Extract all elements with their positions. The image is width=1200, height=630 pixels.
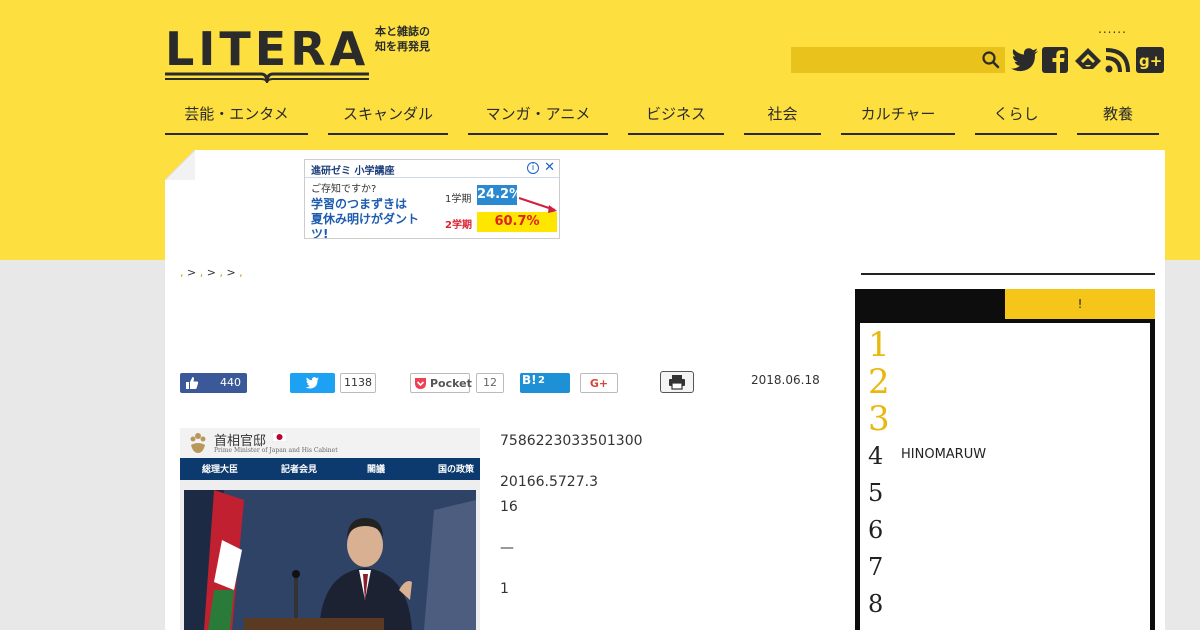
image-nav-item: 閣議 bbox=[367, 465, 386, 475]
ranking-number[interactable]: 3 bbox=[868, 399, 890, 439]
twitter-bird-icon bbox=[305, 377, 319, 389]
page-fold-corner bbox=[165, 150, 195, 180]
article-divider-dash: — bbox=[500, 540, 514, 556]
article-image: 首相官邸 Prime Minister of Japan and His Cab… bbox=[180, 428, 480, 630]
article-date: 2018.06.18 bbox=[751, 373, 820, 387]
image-nav-item: 総理大臣 bbox=[202, 465, 239, 475]
article-paragraph: 7586223033501300 bbox=[500, 433, 643, 449]
search-icon[interactable] bbox=[981, 50, 1001, 70]
logo-tagline: 本と雑誌の 知を再発見 bbox=[375, 24, 445, 54]
rss-icon[interactable] bbox=[1104, 46, 1134, 74]
nav-item-business[interactable]: ビジネス bbox=[628, 100, 724, 135]
nav-item-culture[interactable]: カルチャー bbox=[841, 100, 955, 135]
ranking-number[interactable]: 7 bbox=[868, 553, 883, 581]
hatena-bookmark-button[interactable]: B! 2 bbox=[520, 373, 570, 393]
ad-value-2: 60.7% bbox=[477, 212, 557, 232]
breadcrumb-link[interactable]: , bbox=[219, 266, 223, 279]
logo-text: LITERA bbox=[165, 22, 370, 76]
nav-item-scandal[interactable]: スキャンダル bbox=[328, 100, 448, 135]
book-icon bbox=[165, 72, 369, 84]
feedly-icon[interactable] bbox=[1073, 46, 1103, 74]
ranking-number[interactable]: 5 bbox=[868, 479, 883, 507]
ad-value-1: 24.2% bbox=[477, 185, 522, 205]
press-conference-photo bbox=[184, 490, 476, 630]
ranking-item-title[interactable]: HINOMARUW bbox=[901, 447, 986, 462]
ranking-tab-2[interactable]: ! bbox=[1005, 289, 1155, 319]
hatena-count: 2 bbox=[538, 375, 545, 386]
site-logo[interactable]: LITERA 本と雑誌の 知を再発見 bbox=[165, 18, 445, 88]
breadcrumb-separator: > bbox=[226, 266, 240, 279]
sidebar-divider bbox=[861, 273, 1155, 275]
article-paragraph: 16 bbox=[500, 499, 518, 515]
image-site-header: 首相官邸 Prime Minister of Japan and His Cab… bbox=[180, 428, 480, 458]
ad-header: 進研ゼミ 小学講座 bbox=[305, 160, 559, 178]
breadcrumb: , > , > , > , bbox=[180, 266, 243, 279]
facebook-like-button[interactable]: 440 bbox=[180, 373, 247, 393]
ad-term-1: 1学期 bbox=[445, 194, 472, 205]
japan-flag-icon bbox=[272, 432, 287, 442]
pocket-button[interactable]: Pocket bbox=[410, 373, 472, 393]
nav-item-education[interactable]: 教養 bbox=[1077, 100, 1159, 135]
pocket-count: 12 bbox=[476, 373, 504, 393]
nav-item-life[interactable]: くらし bbox=[975, 100, 1057, 135]
ranking-number[interactable]: 4 bbox=[868, 442, 883, 470]
twitter-share-button[interactable] bbox=[290, 373, 335, 393]
header-dots: ...... bbox=[1098, 22, 1127, 36]
breadcrumb-link[interactable]: , bbox=[239, 266, 243, 279]
search-box bbox=[791, 47, 1005, 73]
breadcrumb-separator: > bbox=[187, 266, 200, 279]
tagline-line-2: 知を再発見 bbox=[375, 40, 430, 53]
article-paragraph: 20166.5727.3 bbox=[500, 474, 598, 490]
ad-line-2: 学習のつまずきは bbox=[311, 197, 408, 211]
google-plus-share-button[interactable]: G+ bbox=[580, 373, 618, 393]
image-nav-item: 記者会見 bbox=[281, 465, 318, 475]
nav-item-manga-anime[interactable]: マンガ・アニメ bbox=[468, 100, 608, 135]
paulownia-crest-icon bbox=[190, 433, 206, 453]
facebook-like-count: 440 bbox=[220, 376, 241, 389]
ad-close-icon[interactable]: ✕ bbox=[544, 160, 555, 175]
ad-copy: ご存知ですか? 学習のつまずきは 夏休み明けがダントツ! bbox=[305, 178, 439, 239]
pocket-icon bbox=[415, 378, 426, 389]
ranking-tab-1[interactable] bbox=[855, 289, 1005, 319]
nav-item-society[interactable]: 社会 bbox=[744, 100, 821, 135]
ad-line-3: 夏休み明けがダントツ! bbox=[311, 212, 420, 239]
svg-text:g+: g+ bbox=[1139, 52, 1162, 70]
facebook-icon[interactable] bbox=[1041, 46, 1071, 74]
breadcrumb-link[interactable]: , bbox=[180, 266, 184, 279]
ad-arrow-icon bbox=[518, 197, 557, 213]
twitter-share-count: 1138 bbox=[340, 373, 376, 393]
article-paragraph: 1 bbox=[500, 581, 509, 597]
twitter-icon[interactable] bbox=[1010, 46, 1040, 74]
thumbs-up-icon bbox=[186, 377, 199, 389]
search-input[interactable] bbox=[791, 47, 977, 73]
ad-line-1: ご存知ですか? bbox=[311, 184, 377, 195]
print-button[interactable] bbox=[660, 371, 694, 393]
breadcrumb-link[interactable]: , bbox=[200, 266, 204, 279]
ranking-number[interactable]: 2 bbox=[868, 362, 890, 402]
image-site-subtitle: Prime Minister of Japan and His Cabinet bbox=[214, 447, 338, 454]
ranking-number[interactable]: 1 bbox=[868, 325, 890, 365]
printer-icon bbox=[669, 375, 685, 390]
google-plus-icon[interactable]: g+ bbox=[1135, 46, 1165, 74]
image-site-nav: 総理大臣 記者会見 閣議 国の政策 bbox=[180, 458, 480, 480]
advertisement-banner[interactable]: 進研ゼミ 小学講座 i ✕ ご存知ですか? 学習のつまずきは 夏休み明けがダント… bbox=[304, 159, 560, 239]
ad-term-2: 2学期 bbox=[445, 220, 472, 231]
breadcrumb-separator: > bbox=[206, 266, 220, 279]
image-nav-item: 国の政策 bbox=[438, 465, 475, 475]
ad-info-icon[interactable]: i bbox=[527, 162, 539, 174]
hatena-label: B! bbox=[522, 373, 537, 387]
nav-item-entertainment[interactable]: 芸能・エンタメ bbox=[165, 100, 308, 135]
pocket-label: Pocket bbox=[430, 377, 472, 390]
ranking-number[interactable]: 6 bbox=[868, 516, 883, 544]
tagline-line-1: 本と雑誌の bbox=[375, 25, 430, 38]
ranking-list bbox=[860, 323, 1150, 630]
ranking-number[interactable]: 8 bbox=[868, 590, 883, 618]
